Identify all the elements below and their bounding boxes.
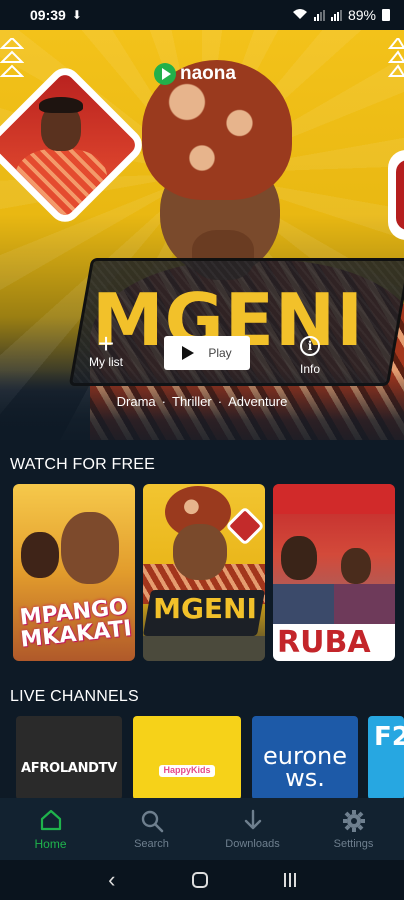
genre-tag: Thriller	[172, 394, 212, 409]
download-icon	[244, 809, 261, 830]
search-icon	[141, 810, 163, 833]
channel-happykids[interactable]: HappyKids	[133, 716, 241, 800]
channel-afrolandtv[interactable]: AFROLANDTV	[16, 716, 122, 800]
back-icon[interactable]: ‹	[108, 867, 115, 893]
bottom-navigation: Home Search Downloads Settings	[0, 798, 404, 860]
channel-france2[interactable]: F2	[368, 716, 404, 800]
battery-icon	[382, 9, 390, 21]
recents-icon[interactable]	[283, 873, 296, 887]
poster-title: MPANGO MKAKATI	[18, 594, 133, 653]
nav-label: Home	[34, 837, 67, 851]
poster-art	[143, 636, 265, 661]
my-list-button[interactable]: + My list	[84, 328, 128, 370]
play-button[interactable]: Play	[164, 336, 250, 370]
nav-downloads[interactable]: Downloads	[202, 798, 303, 860]
nav-settings[interactable]: Settings	[303, 798, 404, 860]
poster-art	[281, 536, 317, 580]
decor-triangles-left	[0, 38, 24, 77]
play-label: Play	[208, 346, 232, 360]
channel-logo: HappyKids	[159, 765, 215, 777]
nav-label: Search	[134, 838, 169, 850]
poster-mpango-mkakati[interactable]: MPANGO MKAKATI	[13, 484, 135, 661]
poster-title: MGENI	[153, 592, 257, 625]
brand-name: naona	[180, 63, 236, 84]
wifi-icon	[292, 7, 308, 23]
nav-label: Settings	[333, 838, 374, 850]
usb-debug-icon: ⬇	[71, 8, 82, 22]
home-button-icon[interactable]	[191, 872, 208, 888]
signal-icon	[313, 9, 325, 21]
battery-text: 89%	[347, 7, 376, 23]
genre-tag: Drama	[116, 394, 156, 409]
genre-tag: Adventure	[228, 394, 288, 409]
channel-logo: euronews.	[263, 742, 347, 792]
info-icon: i	[300, 336, 320, 356]
status-right: 89%	[292, 7, 390, 23]
poster-art	[61, 512, 119, 584]
system-navigation-bar: ‹	[0, 860, 404, 900]
status-time: 09:39	[30, 7, 66, 23]
poster-title: RUBA	[273, 624, 395, 661]
poster-art	[341, 548, 371, 584]
nav-home[interactable]: Home	[0, 798, 101, 860]
channel-euronews[interactable]: euronews.	[252, 716, 358, 800]
poster-art	[173, 524, 227, 580]
signal-icon-2	[330, 9, 342, 21]
naona-logo: naona	[154, 63, 236, 85]
hero-banner[interactable]: naona MGENI	[0, 30, 404, 440]
gear-icon	[342, 810, 365, 832]
genre-list: Drama · Thriller · Adventure	[116, 394, 288, 409]
poster-art	[273, 484, 395, 514]
poster-mgeni[interactable]: MGENI	[143, 484, 265, 661]
play-icon	[182, 346, 195, 360]
poster-art	[273, 584, 395, 624]
info-label: Info	[299, 362, 320, 376]
channel-logo: F2	[374, 722, 404, 752]
status-bar: 09:39 ⬇ 89%	[0, 0, 404, 30]
nav-search[interactable]: Search	[101, 798, 202, 860]
my-list-label: My list	[89, 355, 123, 369]
info-button[interactable]: i Info	[292, 336, 328, 376]
home-icon	[40, 809, 61, 831]
poster-art	[225, 506, 265, 546]
naona-logo-icon	[154, 63, 176, 85]
channel-logo: AFROLANDTV	[21, 760, 117, 776]
section-title-live-channels: LIVE CHANNELS	[10, 688, 139, 705]
nav-label: Downloads	[225, 838, 280, 850]
poster-art	[21, 532, 59, 578]
section-title-watch-for-free: WATCH FOR FREE	[10, 456, 156, 473]
plus-icon: +	[97, 328, 115, 359]
poster-ruba[interactable]: RUBA	[273, 484, 395, 661]
